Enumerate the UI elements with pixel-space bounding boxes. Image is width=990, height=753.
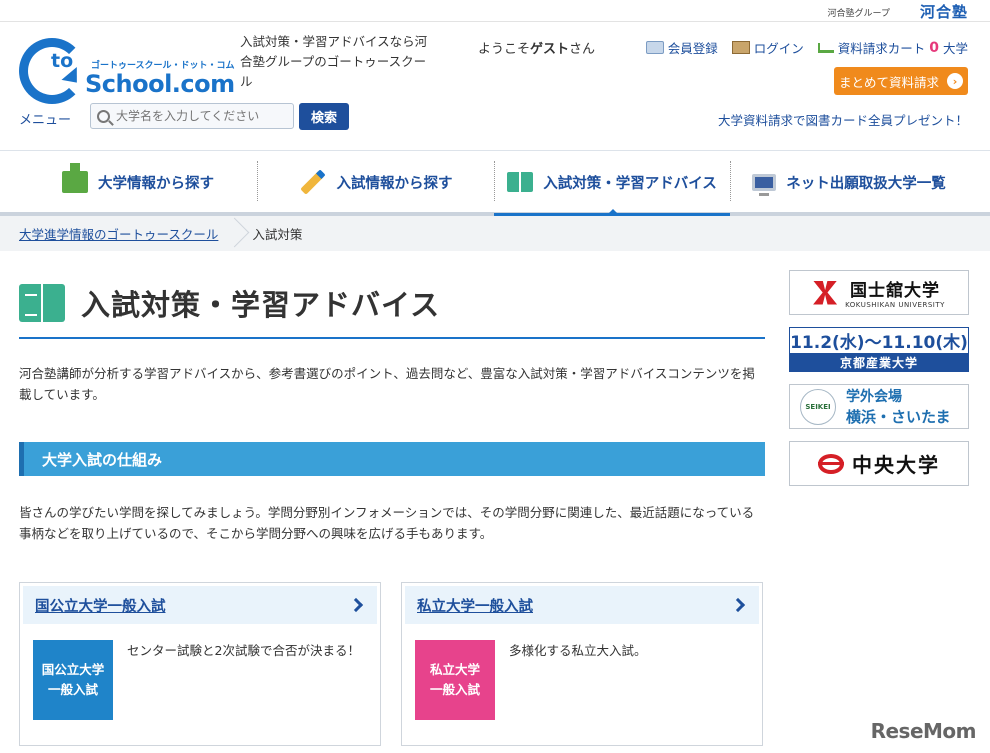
welcome-suffix: さん	[569, 42, 596, 57]
search-box	[90, 103, 294, 129]
bulk-request-button[interactable]: まとめて資料請求 ›	[834, 67, 968, 95]
search-input[interactable]	[116, 109, 286, 123]
global-nav: 大学情報から探す 入試情報から探す 入試対策・学習アドバイス ネット出願取扱大学…	[0, 150, 990, 217]
seikei-logo-icon: SEIKEI	[800, 388, 836, 425]
account-links: 会員登録 ログイン 資料請求カート 0 大学	[645, 38, 968, 57]
logo-name: School.com	[85, 70, 235, 98]
main-content: 入試対策・学習アドバイス 河合塾講師が分析する学習アドバイスから、参考書選びのポ…	[19, 251, 765, 746]
section-heading: 大学入試の仕組み	[19, 442, 765, 476]
welcome-prefix: ようこそ	[478, 42, 531, 57]
kawaijuku-logo[interactable]: 河合塾	[920, 1, 968, 22]
card-list: 国公立大学一般入試 国公立大学 一般入試 センター試験と2次試験で合否が決まる！ …	[19, 582, 765, 746]
tab-exam-advice[interactable]: 入試対策・学習アドバイス	[494, 151, 730, 217]
thumb-line1: 私立大学	[429, 662, 480, 677]
cart-link[interactable]: 資料請求カート 0 大学	[817, 38, 968, 57]
welcome-message: ようこそゲストさん	[478, 38, 595, 57]
chevron-right-icon	[348, 597, 364, 613]
watermark: ReseMom	[870, 719, 977, 743]
chevron-right-icon	[730, 597, 746, 613]
ad-seikei[interactable]: SEIKEI 学外会場横浜・さいたま	[789, 384, 969, 429]
logo-to: to	[51, 50, 74, 72]
ad-name: 京都産業大学	[790, 353, 968, 371]
active-tab-indicator	[609, 209, 617, 213]
pencil-icon	[299, 169, 326, 195]
card-thumbnail[interactable]: 国公立大学 一般入試	[33, 640, 113, 720]
ad-chuo[interactable]: 中央大学	[789, 441, 969, 486]
login-label: ログイン	[753, 41, 804, 56]
chuo-logo-icon	[818, 453, 844, 474]
breadcrumb-separator	[228, 216, 238, 251]
card-private-exam: 私立大学一般入試 私立大学 一般入試 多様化する私立大入試。	[401, 582, 763, 746]
search-icon	[97, 109, 110, 123]
member-register-link[interactable]: 会員登録	[645, 38, 718, 57]
ad-name: 中央大学	[852, 453, 940, 477]
card-title: 私立大学一般入試	[417, 598, 533, 615]
breadcrumb: 大学進学情報のゴートゥースクール 入試対策	[0, 216, 990, 251]
kokushikan-logo-icon	[813, 280, 838, 305]
book-icon	[19, 284, 65, 322]
intro-text: 河合塾講師が分析する学習アドバイスから、参考書選びのポイント、過去問など、豊富な…	[19, 366, 755, 402]
computer-icon	[752, 173, 777, 196]
tab-exam-info[interactable]: 入試情報から探す	[257, 151, 494, 213]
tagline: 入試対策・学習アドバイスなら河合塾グループのゴートゥースクール	[240, 34, 428, 89]
card-thumbnail[interactable]: 私立大学 一般入試	[415, 640, 495, 720]
ad-kokushikan[interactable]: 国士舘大学 KOKUSHIKAN UNIVERSITY	[789, 270, 969, 315]
tab-university-info[interactable]: 大学情報から探す	[19, 151, 257, 213]
thumb-line2: 一般入試	[47, 682, 98, 697]
group-label: 河合塾グループ	[827, 9, 890, 19]
tab-label: 入試対策・学習アドバイス	[543, 175, 717, 192]
ad-name-en: KOKUSHIKAN UNIVERSITY	[845, 301, 945, 309]
card-title: 国公立大学一般入試	[35, 598, 166, 615]
cart-icon	[817, 42, 834, 53]
ad-line2: 横浜・さいたま	[846, 408, 951, 426]
card-header-link[interactable]: 私立大学一般入試	[405, 586, 759, 624]
header: to ゴートゥースクール・ドット・コム School.com 入試対策・学習アド…	[0, 22, 990, 150]
promo-link[interactable]: 大学資料請求で図書カード全員プレゼント！	[718, 110, 968, 129]
breadcrumb-home[interactable]: 大学進学情報のゴートゥースクール	[19, 224, 218, 243]
thumb-line1: 国公立大学	[41, 662, 105, 677]
card-header-link[interactable]: 国公立大学一般入試	[23, 586, 377, 624]
cart-unit: 大学	[942, 41, 968, 56]
section-text: 皆さんの学びたい学問を探してみましょう。学問分野別インフォメーションでは、その学…	[19, 505, 755, 541]
top-strip: 河合塾グループ 河合塾	[0, 0, 990, 22]
card-body: 国公立大学一般入試 センター試験と2次試験で合否が決まる！	[23, 624, 377, 736]
cart-label: 資料請求カート	[837, 41, 926, 56]
login-door-icon	[731, 41, 750, 54]
card-description: 多様化する私立大入試。	[509, 643, 647, 658]
card-description: センター試験と2次試験で合否が決まる！	[127, 643, 360, 658]
tab-label: 入試情報から探す	[336, 175, 453, 192]
bulk-request-label: まとめて資料請求	[838, 74, 939, 90]
member-register-label: 会員登録	[667, 41, 718, 56]
ad-dates: 11.2(水)〜11.10(木)	[790, 333, 968, 353]
school-icon	[62, 163, 88, 193]
search-button[interactable]: 検索	[299, 103, 349, 130]
login-link[interactable]: ログイン	[731, 38, 804, 57]
ad-line1: 学外会場	[846, 389, 902, 405]
card-body: 私立大学一般入試 多様化する私立大入試。	[405, 624, 759, 736]
tab-online-application[interactable]: ネット出願取扱大学一覧	[730, 151, 968, 213]
page-title: 入試対策・学習アドバイス	[81, 288, 441, 322]
ad-kyoto-sangyo[interactable]: 11.2(水)〜11.10(木) 京都産業大学	[789, 327, 969, 372]
tab-label: ネット出願取扱大学一覧	[786, 175, 946, 192]
page-title-block: 入試対策・学習アドバイス	[19, 277, 765, 339]
chevron-right-icon: ›	[947, 73, 963, 89]
ad-name: 国士舘大学	[849, 281, 940, 301]
welcome-name: ゲスト	[530, 42, 570, 57]
tab-label: 大学情報から探す	[98, 175, 214, 192]
sidebar-ads: 国士舘大学 KOKUSHIKAN UNIVERSITY 11.2(水)〜11.10…	[789, 270, 969, 498]
menu-link[interactable]: メニュー	[19, 109, 71, 128]
cart-count: 0	[929, 39, 939, 56]
thumb-line2: 一般入試	[429, 682, 480, 697]
site-logo[interactable]: to ゴートゥースクール・ドット・コム School.com	[19, 36, 235, 110]
member-card-icon	[645, 41, 664, 54]
breadcrumb-current: 入試対策	[252, 227, 303, 242]
card-national-exam: 国公立大学一般入試 国公立大学 一般入試 センター試験と2次試験で合否が決まる！	[19, 582, 381, 746]
book-icon	[507, 172, 534, 192]
